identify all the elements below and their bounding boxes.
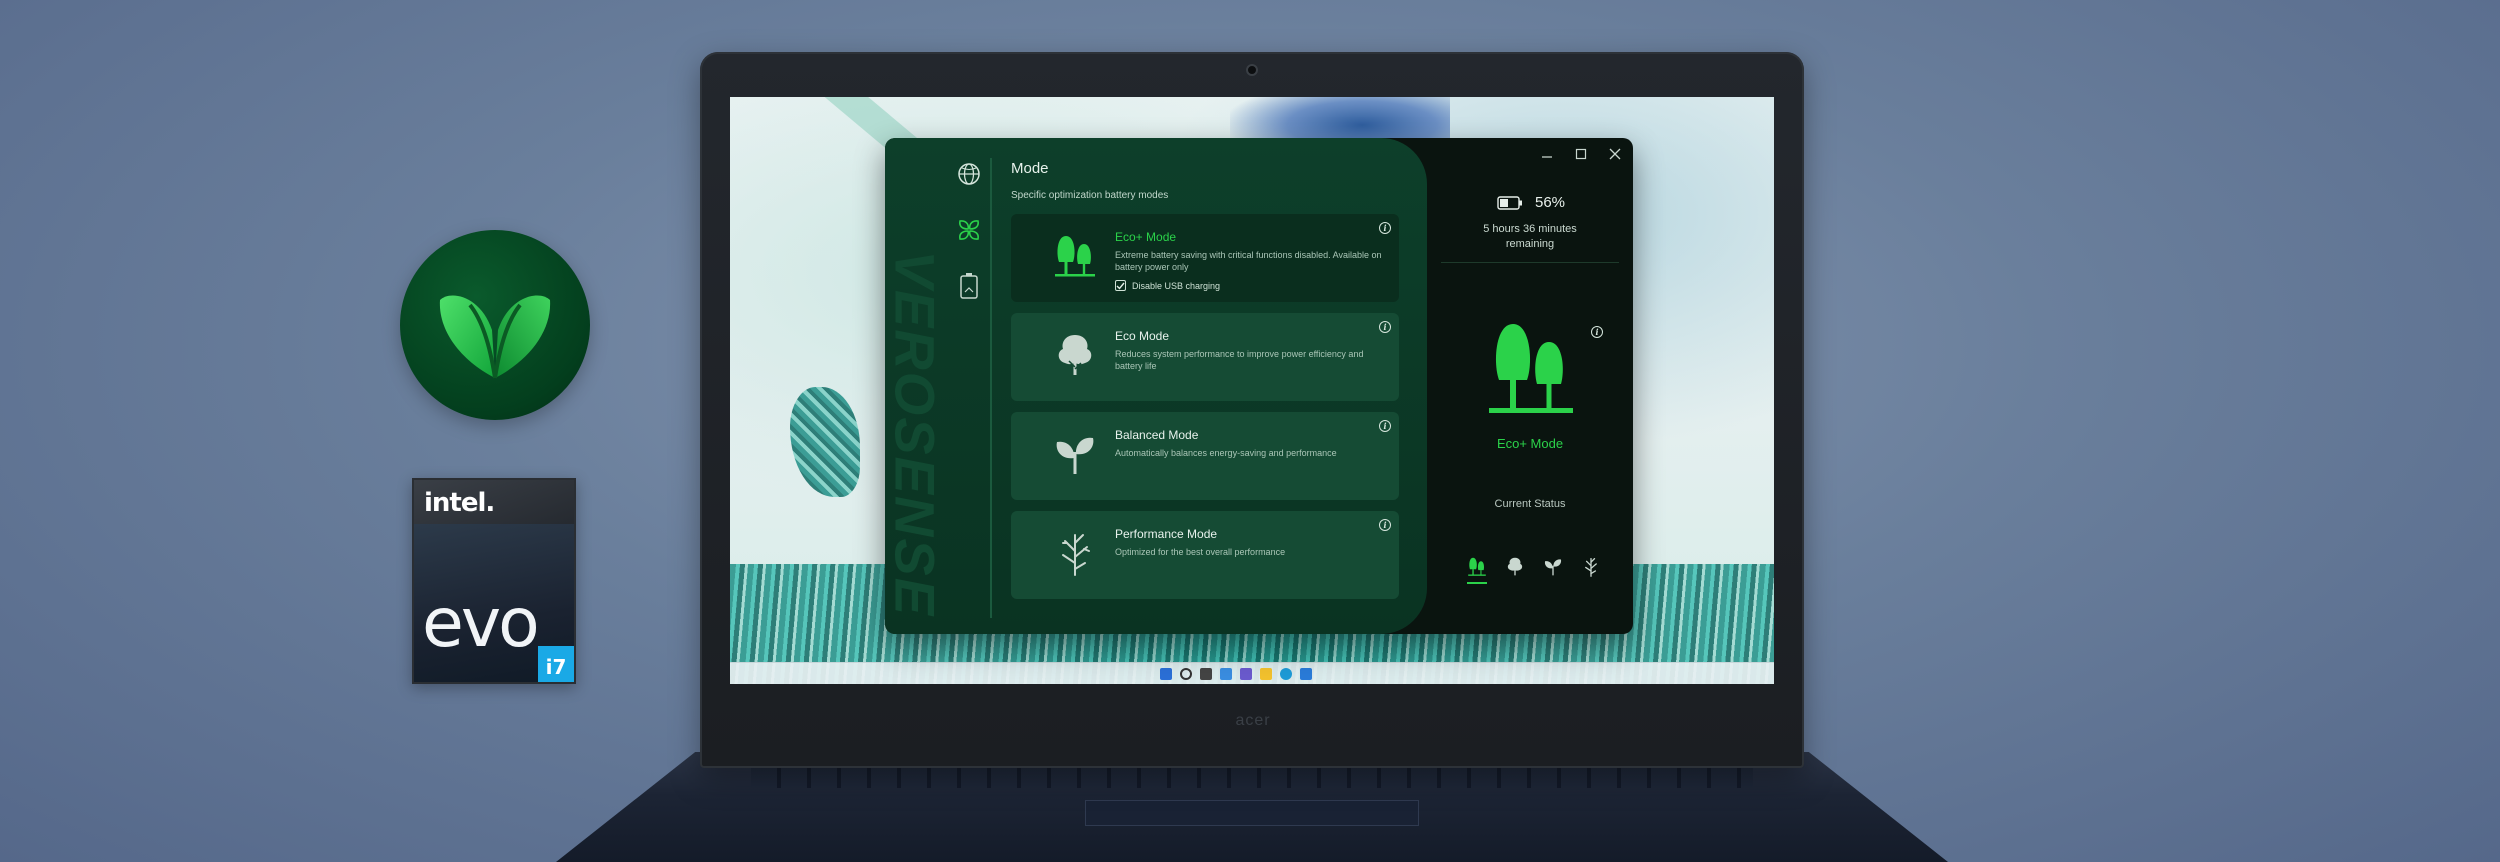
battery-icon [960, 273, 978, 299]
verosense-window: VEROSENSE Mode Specific optimization bat… [885, 138, 1633, 634]
mode-name: Eco+ Mode [1115, 230, 1177, 244]
twin-trees-icon [1468, 557, 1486, 576]
nav-globe[interactable] [945, 154, 993, 194]
start-icon[interactable] [1160, 668, 1172, 680]
nav-mode[interactable] [945, 210, 993, 250]
mode-quick-switch [1465, 556, 1603, 584]
mode-card-performance[interactable]: Performance Mode Optimized for the best … [1011, 511, 1399, 599]
edge-icon[interactable] [1280, 668, 1292, 680]
tree-icon [1058, 335, 1092, 375]
mode-description: Extreme battery saving with critical fun… [1115, 250, 1382, 272]
tree-icon [1507, 557, 1523, 576]
wallpaper-splash-left [790, 387, 860, 497]
minimize-icon [1542, 156, 1552, 158]
sprout-icon [1544, 559, 1562, 576]
quick-mode-eco-plus[interactable] [1465, 556, 1489, 584]
time-remaining: 5 hours 36 minutes remaining [1427, 222, 1633, 252]
time-remaining-line1: 5 hours 36 minutes [1483, 223, 1577, 235]
acer-logo: acer [1235, 712, 1271, 729]
touchpad [1084, 800, 1420, 826]
close-icon [1609, 148, 1621, 160]
mode-description: Reduces system performance to improve po… [1115, 349, 1364, 371]
info-icon[interactable]: i [1379, 420, 1391, 432]
task-view-icon[interactable] [1200, 668, 1212, 680]
widgets-icon[interactable] [1220, 668, 1232, 680]
intel-evo-i7-badge: intel. evo i7 [412, 478, 576, 684]
leaf-icon [439, 295, 551, 379]
mode-panel: VEROSENSE Mode Specific optimization bat… [885, 138, 1427, 634]
mode-name: Balanced Mode [1115, 428, 1199, 442]
checkbox[interactable] [1115, 280, 1126, 291]
status-panel: 56% 5 hours 36 minutes remaining i Eco+ … [1427, 138, 1633, 634]
bare-tree-icon [1062, 534, 1090, 576]
sprout-icon [1056, 437, 1094, 474]
info-icon[interactable]: i [1379, 321, 1391, 333]
mode-name: Performance Mode [1115, 527, 1218, 541]
current-mode-twin-trees-icon [1489, 324, 1573, 413]
disable-usb-charging-checkbox[interactable]: Disable USB charging [1115, 280, 1220, 291]
info-icon[interactable]: i [1379, 519, 1391, 531]
battery-level-icon [1497, 195, 1522, 210]
mode-card-eco-plus[interactable]: Eco+ Mode Extreme battery saving with cr… [1011, 214, 1399, 302]
battery-status: 56% [1497, 194, 1565, 211]
chat-icon[interactable] [1240, 668, 1252, 680]
quick-mode-performance[interactable] [1579, 556, 1603, 584]
taskbar [730, 662, 1774, 684]
mode-description: Automatically balances energy-saving and… [1115, 448, 1337, 458]
quick-mode-balanced[interactable] [1541, 556, 1565, 584]
store-icon[interactable] [1300, 668, 1312, 680]
current-mode-label: Eco+ Mode [1496, 436, 1564, 451]
minimize-button[interactable] [1541, 148, 1553, 160]
maximize-icon [1575, 148, 1587, 160]
info-icon[interactable]: i [1379, 222, 1391, 234]
checkbox-check-icon [1116, 282, 1125, 290]
battery-percent: 56% [1535, 194, 1566, 211]
mode-card-balanced[interactable]: Balanced Mode Automatically balances ene… [1011, 412, 1399, 500]
nav-battery[interactable] [945, 266, 993, 306]
search-icon[interactable] [1180, 668, 1192, 680]
window-controls [1541, 148, 1621, 160]
mode-card-eco[interactable]: Eco Mode Reduces system performance to i… [1011, 313, 1399, 401]
time-remaining-line2: remaining [1505, 238, 1555, 250]
webcam [1246, 64, 1258, 76]
current-status-label: Current Status [1494, 498, 1566, 510]
globe-icon [958, 163, 980, 185]
mode-name: Eco Mode [1115, 329, 1170, 343]
intel-wordmark: intel. [424, 488, 495, 518]
quick-mode-eco[interactable] [1503, 556, 1527, 584]
maximize-button[interactable] [1575, 148, 1587, 160]
status-divider [1441, 262, 1619, 263]
explorer-icon[interactable] [1260, 668, 1272, 680]
laptop-keyboard-deck [556, 752, 1948, 862]
nav-divider [990, 158, 992, 618]
verosense-brand: VEROSENSE [885, 250, 947, 618]
evo-wordmark: evo [422, 584, 540, 663]
laptop-screen: VEROSENSE Mode Specific optimization bat… [730, 97, 1774, 684]
page-subtitle: Specific optimization battery modes [1011, 190, 1169, 201]
mode-description: Optimized for the best overall performan… [1115, 547, 1286, 557]
leaves-icon [959, 220, 979, 240]
nav-rail [945, 154, 993, 614]
twin-trees-icon [1055, 236, 1095, 277]
verosense-leaf-logo [400, 230, 590, 420]
bare-tree-icon [1585, 557, 1597, 577]
i7-chip: i7 [538, 646, 574, 682]
page-title: Mode [1011, 160, 1049, 177]
info-icon[interactable]: i [1591, 326, 1603, 338]
close-button[interactable] [1609, 148, 1621, 160]
checkbox-label: Disable USB charging [1132, 280, 1221, 291]
